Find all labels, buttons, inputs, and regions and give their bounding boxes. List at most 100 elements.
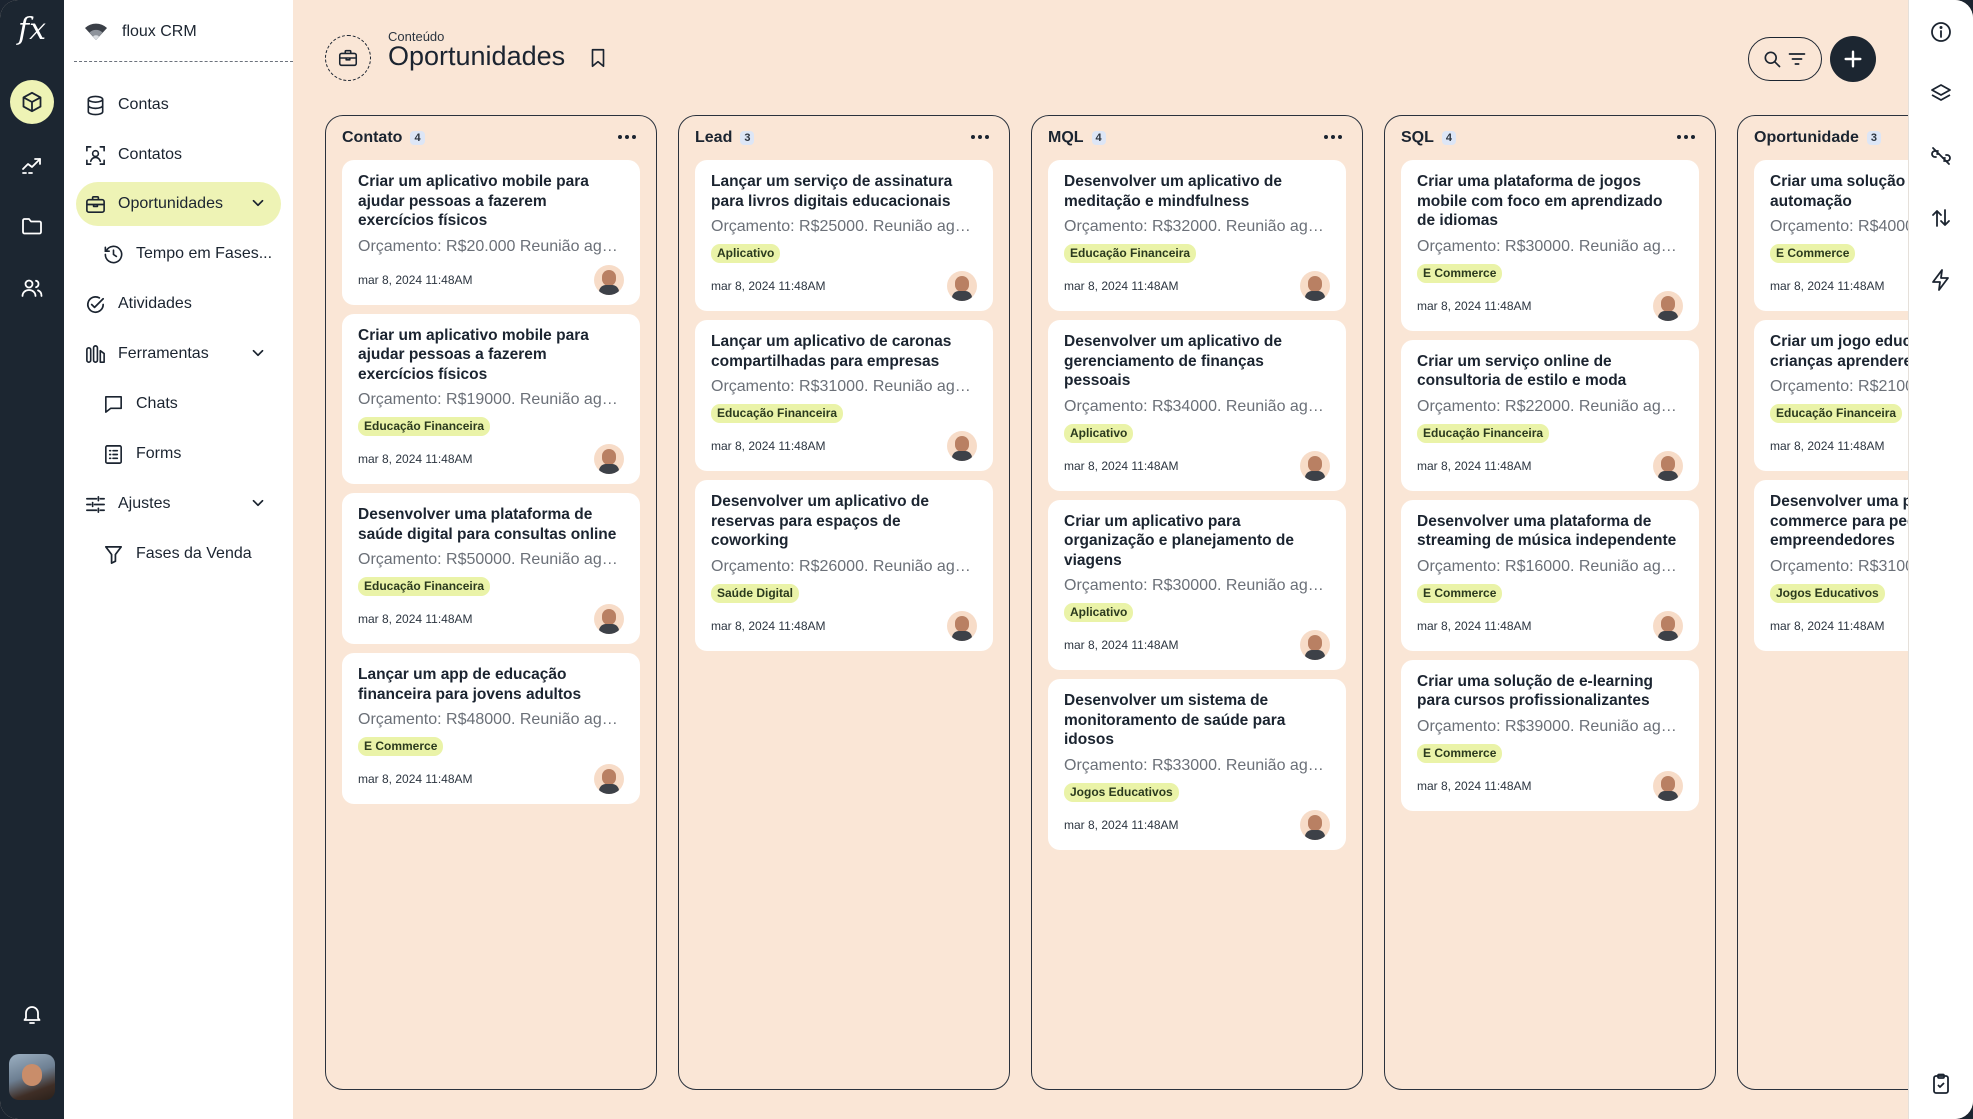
user-avatar[interactable] (9, 1054, 55, 1100)
column-title: Contato (342, 129, 403, 146)
owner-avatar[interactable] (594, 764, 624, 794)
chevron-down-icon[interactable] (249, 194, 267, 212)
card-date: mar 8, 2024 11:48AM (1064, 458, 1179, 473)
opportunity-card[interactable]: Criar um serviço online de consultoria d… (1401, 339, 1699, 491)
owner-avatar[interactable] (594, 604, 624, 634)
card-footer: mar 8, 2024 11:48AM (358, 444, 624, 474)
sidebar-item-tempo-em-fases[interactable]: Tempo em Fases... (102, 232, 287, 276)
owner-avatar[interactable] (947, 610, 977, 641)
page-icon (325, 35, 371, 81)
opportunity-card[interactable]: Desenvolver uma plataforma de e-commerce… (1754, 480, 1908, 651)
more-options-icon[interactable] (616, 130, 638, 144)
card-tag: E Commerce (1417, 743, 1503, 763)
sort-arrows-icon[interactable] (1929, 206, 1953, 230)
card-date: mar 8, 2024 11:48AM (1064, 279, 1179, 293)
card-title: Criar um aplicativo mobile para ajudar p… (358, 326, 589, 383)
sidebar-item-chats[interactable]: Chats (102, 382, 287, 426)
opportunity-card[interactable]: Desenvolver um aplicativo de meditação e… (1048, 160, 1346, 311)
opportunity-card[interactable]: Desenvolver um aplicativo de reservas pa… (695, 480, 993, 651)
opportunity-card[interactable]: Desenvolver um aplicativo de gerenciamen… (1048, 320, 1346, 491)
card-description: Orçamento: R$33000. Reunião agendada (1064, 756, 1330, 774)
owner-avatar[interactable] (1300, 450, 1330, 481)
more-options-icon[interactable] (969, 130, 991, 144)
rail-folder-button[interactable] (10, 204, 54, 248)
sidebar-item-atividades[interactable]: Atividades (84, 282, 269, 326)
owner-avatar[interactable] (1300, 630, 1330, 660)
column-count-badge: 3 (1866, 131, 1882, 145)
opportunity-card[interactable]: Lançar um serviço de assinatura para liv… (695, 160, 993, 311)
column-header: Contato 4 (342, 126, 640, 150)
card-title: Criar uma solução de software para autom… (1770, 173, 1908, 210)
owner-avatar[interactable] (1653, 450, 1683, 481)
add-opportunity-button[interactable] (1830, 36, 1876, 82)
opportunity-card[interactable]: Criar uma plataforma de jogos mobile com… (1401, 160, 1699, 331)
layers-icon[interactable] (1929, 82, 1953, 106)
more-options-icon[interactable] (1322, 130, 1344, 144)
card-tag: Jogos Educativos (1064, 782, 1179, 802)
card-description: Orçamento: R$39000. Reunião agendada (1417, 717, 1683, 735)
chevron-down-icon[interactable] (249, 344, 267, 362)
opportunity-card[interactable]: Criar uma solução de software para autom… (1754, 160, 1908, 311)
card-footer: mar 8, 2024 11:48AM (1417, 610, 1683, 641)
card-description: Orçamento: R$31000. Reunião agendada (711, 378, 977, 395)
opportunity-card[interactable]: Desenvolver um sistema de monitoramento … (1048, 679, 1346, 850)
card-title: Lançar um aplicativo de caronas comparti… (711, 333, 952, 370)
sidebar-item-forms[interactable]: Forms (102, 432, 287, 476)
unlink-icon[interactable] (1929, 144, 1953, 168)
sidebar-divider (74, 61, 293, 62)
search-icon (1764, 51, 1781, 68)
rail-cube-button[interactable] (10, 80, 54, 124)
opportunity-card[interactable]: Lançar um app de educação financeira par… (342, 653, 640, 804)
sidebar-item-label: Atividades (118, 295, 192, 312)
clipboard-icon[interactable] (1929, 1072, 1953, 1096)
owner-avatar[interactable] (947, 431, 977, 461)
sidebar-item-label: Fases da Venda (136, 545, 252, 562)
info-icon[interactable] (1929, 20, 1953, 44)
card-title: Criar um aplicativo para organização e p… (1064, 512, 1294, 569)
kanban-column: SQL 4 Criar uma plataforma de jogos mobile… (1384, 115, 1716, 1090)
more-options-icon[interactable] (1675, 130, 1697, 144)
card-date: mar 8, 2024 11:48AM (711, 618, 826, 633)
owner-avatar[interactable] (594, 444, 624, 474)
opportunity-card[interactable]: Criar um aplicativo mobile para ajudar p… (342, 160, 640, 305)
card-description: Orçamento: R$26000. Reunião agendada (711, 557, 977, 575)
sliders-icon (86, 495, 105, 513)
bookmark-icon[interactable] (587, 47, 609, 69)
rail-users-button[interactable] (10, 266, 54, 310)
sidebar-item-fases-da-venda[interactable]: Fases da Venda (102, 532, 287, 576)
card-tag: Educação Financeira (711, 404, 844, 423)
owner-avatar[interactable] (1653, 610, 1683, 641)
rail-analytics-button[interactable] (10, 142, 54, 186)
sidebar-item-ferramentas[interactable]: Ferramentas (84, 332, 281, 376)
lightning-icon[interactable] (1929, 268, 1953, 292)
owner-avatar[interactable] (1653, 770, 1683, 801)
opportunity-card[interactable]: Desenvolver uma plataforma de streaming … (1401, 499, 1699, 651)
owner-avatar[interactable] (1300, 809, 1330, 840)
opportunity-card[interactable]: Criar um aplicativo para organização e p… (1048, 499, 1346, 670)
opportunity-card[interactable]: Criar um aplicativo mobile para ajudar p… (342, 313, 640, 484)
owner-avatar[interactable] (947, 271, 977, 301)
sidebar-item-oportunidades[interactable]: Oportunidades (76, 182, 281, 226)
card-title: Desenvolver uma plataforma de saúde digi… (358, 506, 617, 543)
opportunity-card[interactable]: Criar um jogo educativo para crianças ap… (1754, 320, 1908, 471)
sidebar-item-contatos[interactable]: Contatos (84, 133, 269, 177)
opportunity-card[interactable]: Lançar um aplicativo de caronas comparti… (695, 320, 993, 471)
plus-icon (1844, 50, 1862, 68)
card-description: Orçamento: R$30000. Reunião agendada (1417, 237, 1683, 255)
org-switcher[interactable]: floux CRM (84, 18, 197, 46)
opportunity-card[interactable]: Desenvolver uma plataforma de saúde digi… (342, 493, 640, 644)
sidebar-item-contas[interactable]: Contas (84, 83, 269, 127)
wifi-icon (85, 23, 107, 40)
card-description: Orçamento: R$22000. Reunião agendada (1417, 397, 1683, 415)
sidebar-item-ajustes[interactable]: Ajustes (84, 482, 281, 526)
search-filter-button[interactable] (1748, 37, 1822, 81)
card-description: Orçamento: R$50000. Reunião agendada (358, 551, 624, 568)
opportunity-card[interactable]: Criar uma solução de e-learning para cur… (1401, 659, 1699, 811)
owner-avatar[interactable] (1653, 290, 1683, 321)
app-logo[interactable]: fx (0, 12, 64, 47)
sidebar: floux CRM Contas Contatos Oportunidades … (64, 0, 293, 1119)
chevron-down-icon[interactable] (249, 494, 267, 512)
owner-avatar[interactable] (1300, 271, 1330, 301)
owner-avatar[interactable] (594, 264, 624, 295)
notifications-button[interactable] (10, 992, 54, 1036)
